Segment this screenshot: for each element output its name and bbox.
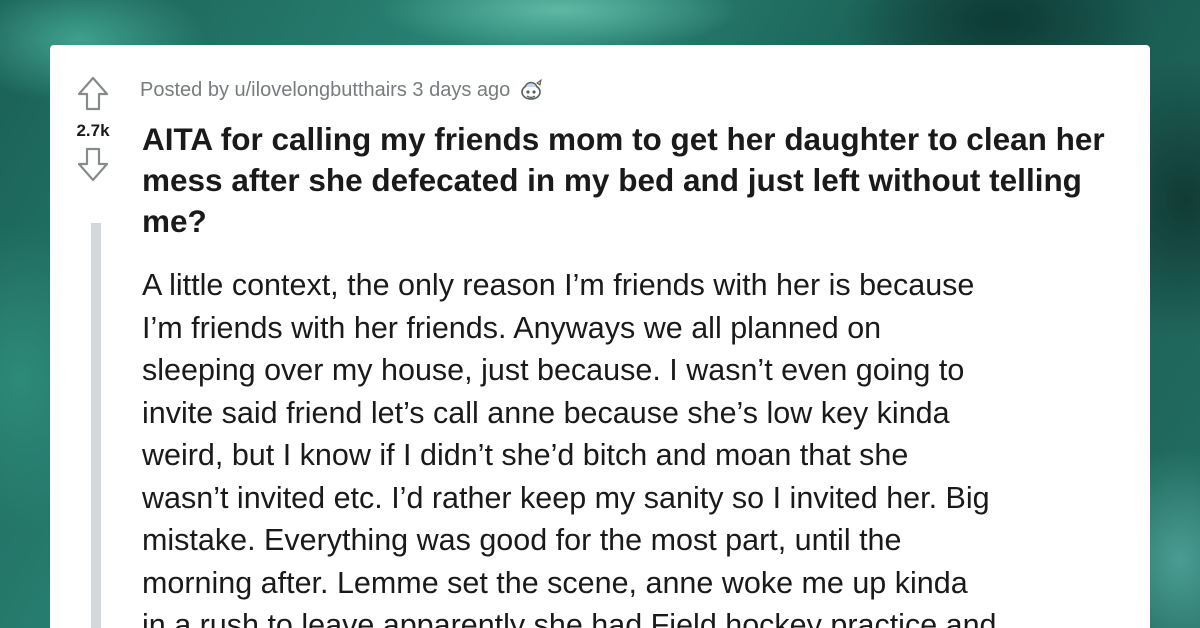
upvote-arrow-icon[interactable] xyxy=(76,75,110,113)
post-body-line: A little context, the only reason I’m fr… xyxy=(142,268,975,302)
post-meta: Posted by u/ilovelongbutthairs 3 days ag… xyxy=(140,77,544,103)
posted-by-text[interactable]: Posted by u/ilovelongbutthairs 3 days ag… xyxy=(140,79,510,102)
award-icon[interactable] xyxy=(518,77,544,103)
thread-line[interactable] xyxy=(91,223,101,628)
post-body-line: sleeping over my house, just because. I … xyxy=(142,353,965,387)
post-body-line: I’m friends with her friends. Anyways we… xyxy=(142,310,882,345)
post-body-line: invite said friend let’s call anne becau… xyxy=(142,395,950,430)
post-card: 2.7k Posted by u/ilovelongbutthairs 3 da… xyxy=(50,45,1150,628)
downvote-arrow-icon[interactable] xyxy=(76,145,110,183)
post-body-line: weird, but I know if I didn’t she’d bitc… xyxy=(142,438,909,472)
post-body-line: in a rush to leave apparently she had Fi… xyxy=(142,608,997,628)
post-title[interactable]: AITA for calling my friends mom to get h… xyxy=(142,119,1142,242)
vote-column: 2.7k xyxy=(64,75,122,183)
post-body-line: morning after. Lemme set the scene, anne… xyxy=(142,565,968,600)
vote-score: 2.7k xyxy=(76,121,110,140)
post-body-line: wasn’t invited etc. I’d rather keep my s… xyxy=(142,480,990,515)
post-body-line: mistake. Everything was good for the mos… xyxy=(142,523,902,557)
post-body: A little context, the only reason I’m fr… xyxy=(142,264,1142,628)
